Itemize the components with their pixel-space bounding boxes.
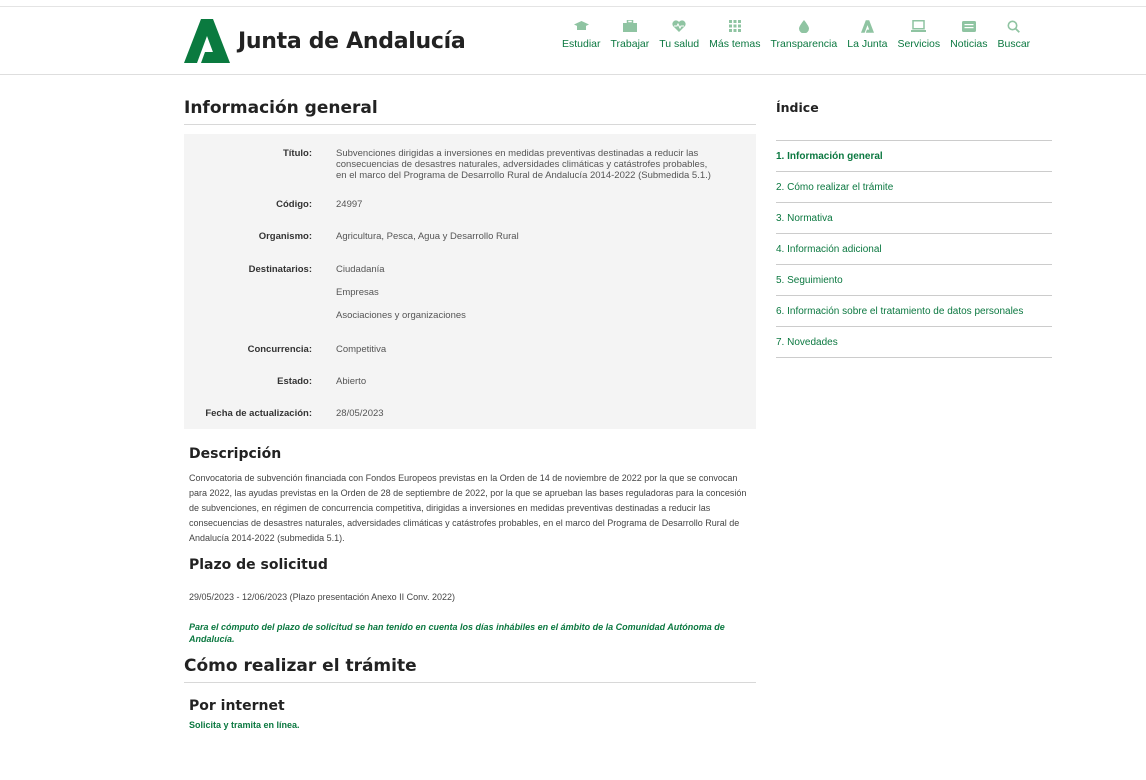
nav-trabajar[interactable]: Trabajar	[610, 19, 650, 50]
info-value-destinatarios: Ciudadanía Empresas Asociaciones y organ…	[336, 264, 720, 321]
nav-label: Servicios	[897, 38, 941, 50]
section-title-informacion-general: Información general	[184, 98, 756, 125]
index-item-datos-personales[interactable]: 6. Información sobre el tratamiento de d…	[776, 296, 1052, 327]
info-row-concurrencia: Concurrencia: Competitiva	[184, 344, 756, 355]
info-table: Título: Subvenciones dirigidas a inversi…	[184, 134, 756, 429]
nav-la-junta[interactable]: La Junta	[847, 19, 888, 50]
info-value-fecha: 28/05/2023	[336, 408, 384, 419]
plazo-text: 29/05/2023 - 12/06/2023 (Plazo presentac…	[189, 592, 456, 602]
info-value-codigo: 24997	[336, 199, 363, 210]
nav-label: Más temas	[709, 38, 761, 50]
main-nav: Estudiar Trabajar Tu salud Más temas Tra…	[562, 19, 1030, 50]
site-header: Junta de Andalucía Estudiar Trabajar Tu …	[0, 7, 1146, 75]
logo-text: Junta de Andalucía	[238, 28, 466, 54]
section-title-tramite: Cómo realizar el trámite	[184, 656, 756, 683]
plazo-note: Para el cómputo del plazo de solicitud s…	[189, 622, 725, 644]
destinatario-item: Empresas	[336, 287, 379, 298]
index-sidebar: Índice 1. Información general 2. Cómo re…	[776, 100, 1052, 358]
main-content: Información general Título: Subvenciones…	[184, 98, 756, 730]
index-item-seguimiento[interactable]: 5. Seguimiento	[776, 265, 1052, 296]
index-item-novedades[interactable]: 7. Novedades	[776, 327, 1052, 358]
info-value-titulo: Subvenciones dirigidas a inversiones en …	[336, 148, 711, 181]
index-item-informacion-general[interactable]: 1. Información general	[776, 141, 1052, 172]
nav-label: Transparencia	[770, 38, 838, 50]
info-row-fecha: Fecha de actualización: 28/05/2023	[184, 408, 756, 419]
nav-tu-salud[interactable]: Tu salud	[659, 19, 699, 50]
info-label: Título:	[282, 148, 312, 159]
nav-label: Estudiar	[562, 38, 601, 50]
nav-label: Tu salud	[659, 38, 700, 50]
info-value-concurrencia: Competitiva	[336, 344, 387, 355]
plazo-title: Plazo de solicitud	[189, 557, 328, 573]
nav-label: Buscar	[997, 38, 1031, 50]
nav-label: Noticias	[950, 38, 988, 50]
destinatario-item: Ciudadanía	[336, 264, 385, 275]
junta-logo[interactable]: Junta de Andalucía	[184, 19, 466, 63]
nav-servicios[interactable]: Servicios	[897, 19, 941, 50]
junta-logo-icon	[859, 19, 875, 33]
laptop-icon	[911, 19, 927, 33]
info-label: Organismo:	[258, 231, 312, 242]
nav-buscar[interactable]: Buscar	[997, 19, 1031, 50]
briefcase-icon	[622, 19, 638, 33]
nav-transparencia[interactable]: Transparencia	[770, 19, 838, 50]
index-item-normativa[interactable]: 3. Normativa	[776, 203, 1052, 234]
info-row-estado: Estado: Abierto	[184, 376, 756, 387]
sidebar-title: Índice	[776, 100, 819, 115]
info-value-organismo: Agricultura, Pesca, Agua y Desarrollo Ru…	[336, 231, 519, 242]
index-list: 1. Información general 2. Cómo realizar …	[776, 140, 1052, 358]
index-item-como-realizar[interactable]: 2. Cómo realizar el trámite	[776, 172, 1052, 203]
grid-icon	[727, 19, 743, 33]
info-label: Código:	[276, 199, 312, 210]
newspaper-icon	[961, 19, 977, 33]
nav-noticias[interactable]: Noticias	[950, 19, 988, 50]
nav-estudiar[interactable]: Estudiar	[562, 19, 601, 50]
info-value-estado: Abierto	[336, 376, 367, 387]
info-label: Estado:	[277, 376, 312, 387]
solicita-link[interactable]: Solicita y tramita en línea.	[189, 720, 756, 730]
info-label: Fecha de actualización:	[205, 408, 312, 419]
nav-label: Trabajar	[610, 38, 650, 50]
info-row-destinatarios: Destinatarios: Ciudadanía Empresas Asoci…	[184, 264, 756, 321]
internet-title: Por internet	[189, 698, 285, 714]
search-icon	[1006, 19, 1022, 33]
descripcion-title: Descripción	[189, 446, 282, 462]
info-row-codigo: Código: 24997	[184, 199, 756, 210]
heart-pulse-icon	[671, 19, 687, 33]
info-label: Concurrencia:	[247, 344, 312, 355]
descripcion-text: Convocatoria de subvención financiada co…	[189, 473, 747, 543]
nav-label: La Junta	[847, 38, 888, 50]
info-label: Destinatarios:	[248, 264, 312, 275]
junta-logo-mark-icon	[184, 19, 230, 63]
drop-icon	[796, 19, 812, 33]
info-row-titulo: Título: Subvenciones dirigidas a inversi…	[184, 148, 756, 181]
destinatario-item: Asociaciones y organizaciones	[336, 310, 466, 321]
index-item-informacion-adicional[interactable]: 4. Información adicional	[776, 234, 1052, 265]
nav-mas-temas[interactable]: Más temas	[709, 19, 761, 50]
graduation-cap-icon	[573, 19, 589, 33]
info-row-organismo: Organismo: Agricultura, Pesca, Agua y De…	[184, 231, 756, 242]
